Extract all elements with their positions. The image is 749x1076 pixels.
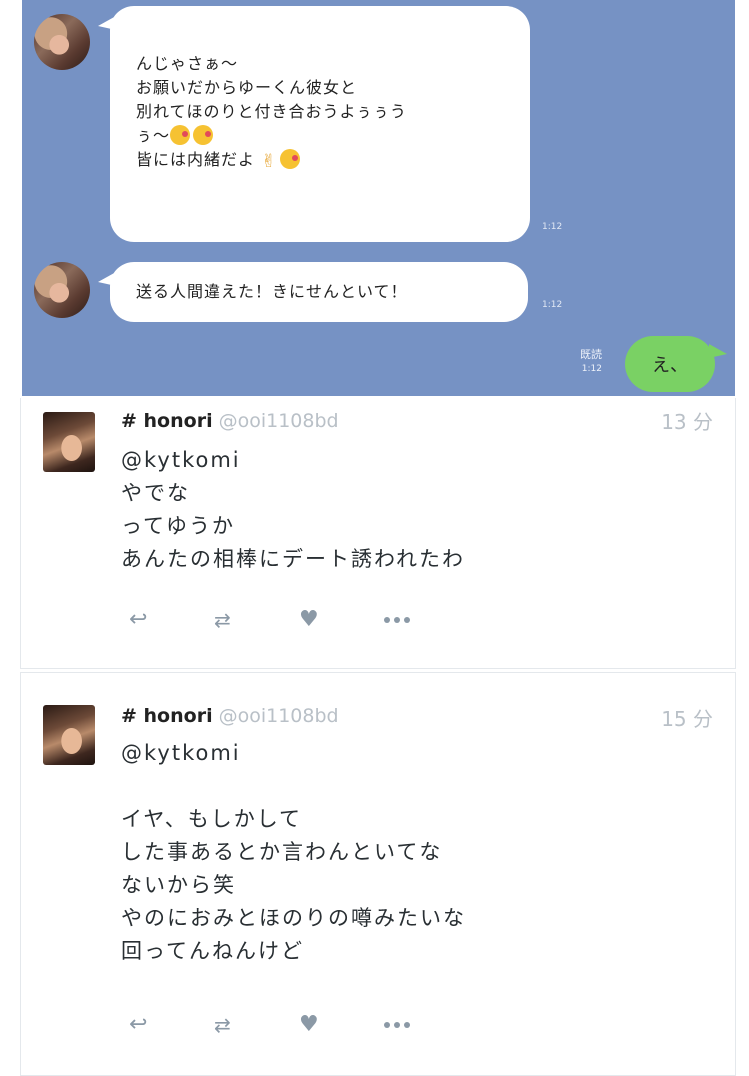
message-time: 1:12 (542, 300, 563, 310)
tweet[interactable]: # honori @ooi1108bd 13 分 @kytkomi やでな ってゆ… (20, 398, 736, 669)
retweet-icon[interactable]: ⇄ (214, 1013, 299, 1037)
tweet-text: @kytkomi やでな ってゆうか あんたの相棒にデート誘われたわ (121, 448, 465, 571)
kissing-face-icon (193, 125, 214, 145)
message-bubble-1: んじゃさぁ〜 お願いだからゆーくん彼女と 別れてほのりと付き合おうよぅぅう ぅ〜… (98, 6, 530, 242)
tweet[interactable]: # honori @ooi1108bd 15 分 @kytkomi イヤ、もしかし… (20, 672, 736, 1076)
message-time: 1:12 (542, 222, 563, 232)
reply-icon[interactable]: ↩ (129, 1013, 214, 1037)
tweet-timestamp[interactable]: 13 分 (661, 406, 713, 435)
display-name[interactable]: # honori (121, 410, 213, 432)
kissing-face-icon (280, 149, 301, 169)
reply-time: 1:12 (581, 364, 602, 374)
read-receipt: 既読 1:12 (580, 348, 602, 376)
heart-icon[interactable]: ♥ (299, 1013, 384, 1037)
more-icon[interactable] (384, 1013, 469, 1037)
message-line: んじゃさぁ〜 (136, 54, 239, 73)
avatar[interactable] (43, 412, 95, 472)
read-label: 既読 (580, 348, 602, 361)
reply-text: え、 (652, 355, 688, 376)
message-line: ぅ〜 (136, 126, 171, 145)
message-line: 皆には内緒だよ (136, 150, 256, 169)
tweet-text: @kytkomi イヤ、もしかして した事あるとか言わんといてな ないから笑 や… (121, 741, 466, 963)
bubble-tail (98, 16, 116, 30)
message-line: お願いだからゆーくん彼女と (136, 78, 358, 97)
bubble-tail (98, 272, 116, 286)
display-name[interactable]: # honori (121, 705, 213, 727)
tweet-actions: ↩ ⇄ ♥ (129, 608, 469, 632)
tweet-author[interactable]: # honori @ooi1108bd (121, 705, 339, 727)
user-handle[interactable]: @ooi1108bd (219, 705, 339, 727)
line-chat-screenshot: んじゃさぁ〜 お願いだからゆーくん彼女と 別れてほのりと付き合おうよぅぅう ぅ〜… (22, 0, 735, 396)
message-bubble-2: 送る人間違えた！きにせんといて！ (98, 262, 528, 322)
retweet-icon[interactable]: ⇄ (214, 608, 299, 632)
message-text: 送る人間違えた！きにせんといて！ (136, 282, 408, 301)
kissing-face-icon (170, 125, 191, 145)
sender-avatar[interactable] (34, 14, 90, 70)
reply-icon[interactable]: ↩ (129, 608, 214, 632)
victory-hand-icon: ✌ (261, 151, 278, 172)
sender-avatar[interactable] (34, 262, 90, 318)
heart-icon[interactable]: ♥ (299, 608, 384, 632)
bubble-tail (709, 344, 727, 358)
reply-bubble: え、 (625, 336, 727, 392)
avatar[interactable] (43, 705, 95, 765)
tweet-author[interactable]: # honori @ooi1108bd (121, 410, 339, 432)
tweet-actions: ↩ ⇄ ♥ (129, 1013, 469, 1037)
tweet-timestamp[interactable]: 15 分 (661, 703, 713, 732)
more-icon[interactable] (384, 608, 469, 632)
message-line: 別れてほのりと付き合おうよぅぅう (136, 102, 407, 121)
user-handle[interactable]: @ooi1108bd (219, 410, 339, 432)
